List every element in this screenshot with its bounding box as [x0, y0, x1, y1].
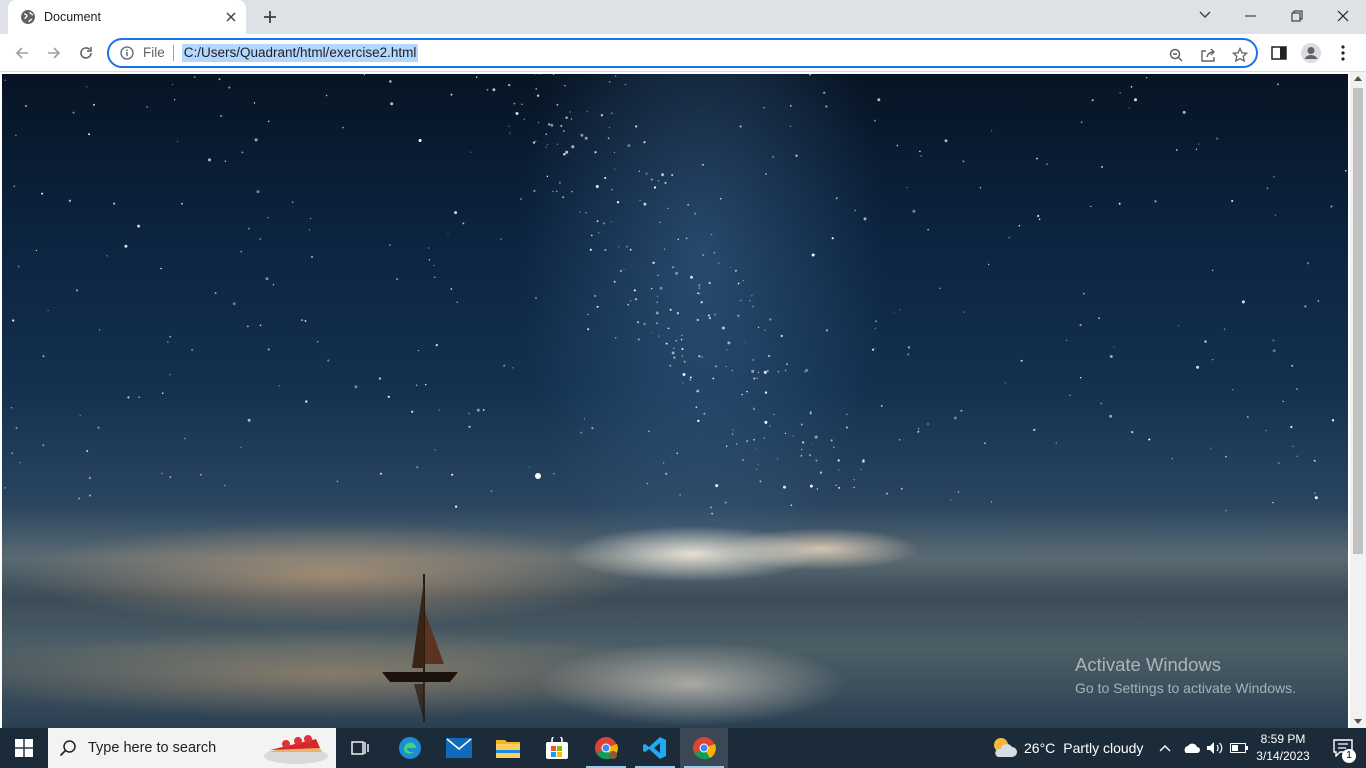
activate-windows-watermark: Activate Windows Go to Settings to activ…	[1075, 654, 1296, 696]
windows-logo-icon	[15, 739, 33, 757]
sailboat-illustration	[382, 574, 458, 722]
task-view-icon	[351, 741, 369, 755]
back-button[interactable]	[8, 39, 36, 67]
menu-kebab-icon[interactable]	[1329, 39, 1357, 67]
weather-condition: Partly cloudy	[1063, 740, 1144, 756]
night-sky-sailboat-image: Activate Windows Go to Settings to activ…	[2, 74, 1348, 728]
address-bar[interactable]: File C:/Users/Quadrant/html/exercise2.ht…	[107, 38, 1258, 68]
reload-button[interactable]	[72, 39, 100, 67]
close-window-button[interactable]	[1320, 0, 1366, 32]
url-text[interactable]: C:/Users/Quadrant/html/exercise2.html	[181, 44, 419, 62]
scrollbar-thumb[interactable]	[1353, 88, 1363, 554]
notification-count-badge: 1	[1342, 749, 1356, 763]
search-icon	[48, 739, 88, 757]
browser-toolbar: File C:/Users/Quadrant/html/exercise2.ht…	[0, 34, 1366, 72]
show-hidden-icons-chevron-icon[interactable]	[1157, 744, 1173, 752]
page-viewport: Activate Windows Go to Settings to activ…	[0, 72, 1366, 728]
chrome-icon	[693, 737, 716, 760]
mail-app-button[interactable]	[435, 728, 483, 768]
restore-button[interactable]	[1274, 0, 1320, 32]
folder-icon	[496, 740, 520, 758]
share-icon[interactable]	[1199, 46, 1217, 64]
weather-temperature: 26°C	[1024, 740, 1056, 756]
weather-widget[interactable]: 26°C Partly cloudy	[990, 728, 1143, 768]
forward-button[interactable]	[40, 39, 68, 67]
vscode-app-button[interactable]	[631, 728, 679, 768]
taskbar-clock[interactable]: 8:59 PM 3/14/2023	[1252, 731, 1314, 765]
store-icon	[546, 737, 568, 759]
mail-icon	[446, 738, 472, 758]
scheme-chip: File	[143, 45, 174, 61]
watermark-subtitle: Go to Settings to activate Windows.	[1075, 680, 1296, 696]
edge-app-button[interactable]	[386, 728, 434, 768]
zoom-icon[interactable]	[1167, 46, 1185, 64]
scroll-down-arrow-icon[interactable]	[1354, 719, 1362, 725]
chrome-profile-icon	[595, 737, 618, 760]
vertical-scrollbar[interactable]	[1350, 72, 1366, 728]
info-icon[interactable]	[119, 45, 135, 61]
scroll-up-arrow-icon[interactable]	[1354, 75, 1362, 81]
tab-document[interactable]: Document	[8, 0, 246, 34]
bookmark-star-icon[interactable]	[1231, 46, 1249, 64]
watermark-title: Activate Windows	[1075, 654, 1221, 675]
chrome-app-button[interactable]	[680, 728, 728, 768]
starfield	[4, 74, 1347, 515]
tab-title: Document	[44, 10, 101, 24]
notification-center-button[interactable]: 1	[1320, 728, 1366, 768]
volume-icon[interactable]	[1203, 741, 1227, 755]
taskbar-search-box[interactable]: Type here to search	[48, 728, 336, 768]
battery-icon[interactable]	[1227, 743, 1251, 753]
clock-date: 3/14/2023	[1256, 749, 1310, 763]
strawberry-pie-icon	[264, 735, 328, 764]
clock-time: 8:59 PM	[1260, 732, 1306, 746]
onedrive-cloud-icon[interactable]	[1179, 742, 1203, 754]
edge-icon	[399, 737, 421, 759]
side-panel-icon[interactable]	[1265, 39, 1293, 67]
chrome-profile-app-button[interactable]	[582, 728, 630, 768]
task-view-button[interactable]	[336, 728, 384, 768]
close-tab-icon[interactable]	[222, 8, 240, 26]
profile-avatar-icon[interactable]	[1297, 39, 1325, 67]
tab-search-chevron-icon[interactable]	[1192, 2, 1218, 28]
windows-taskbar: Type here to search 26°C Partly cloudy 8…	[0, 728, 1366, 768]
tab-strip: Document	[0, 0, 1366, 34]
partly-cloudy-icon	[994, 738, 1017, 757]
minimize-button[interactable]	[1228, 0, 1274, 32]
search-placeholder: Type here to search	[88, 740, 217, 756]
new-tab-button[interactable]	[258, 6, 282, 28]
microsoft-store-button[interactable]	[533, 728, 581, 768]
vscode-icon	[643, 737, 666, 759]
start-button[interactable]	[0, 728, 48, 768]
system-tray	[1157, 728, 1251, 768]
file-explorer-button[interactable]	[484, 728, 532, 768]
globe-icon	[20, 9, 36, 25]
